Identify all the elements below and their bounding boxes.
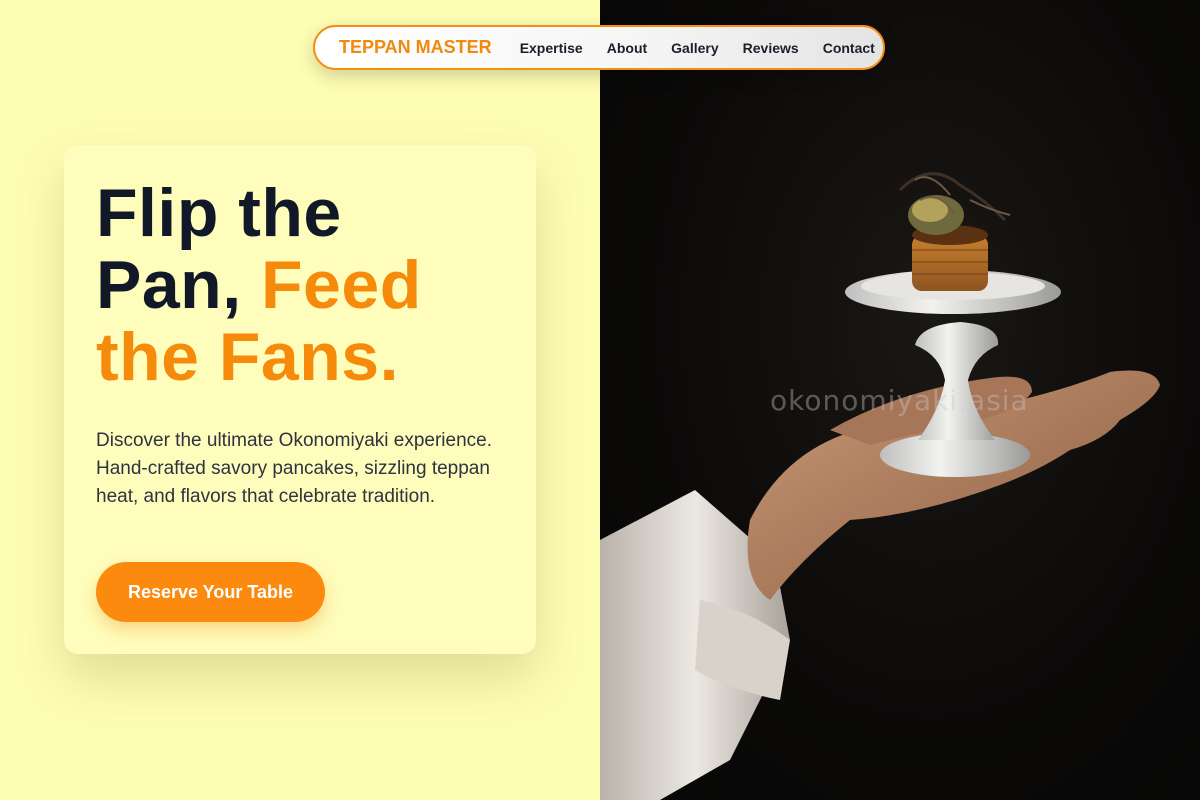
nav-link-about[interactable]: About [607, 40, 647, 56]
nav-link-contact[interactable]: Contact [823, 40, 875, 56]
hero-description: Discover the ultimate Okonomiyaki experi… [96, 430, 493, 507]
nav-link-expertise[interactable]: Expertise [520, 40, 583, 56]
reserve-table-button[interactable]: Reserve Your Table [96, 562, 325, 622]
top-navbar: TEPPAN MASTER Expertise About Gallery Re… [313, 25, 885, 70]
hero-headline: Flip the Pan, Feed the Fans. [96, 177, 504, 393]
hero-image-panel: okonomiyaki.asia [600, 0, 1200, 800]
brand-logo-text[interactable]: TEPPAN MASTER [339, 37, 492, 58]
nav-link-reviews[interactable]: Reviews [743, 40, 799, 56]
hero-card: Flip the Pan, Feed the Fans. Discover th… [64, 145, 536, 654]
nav-link-gallery[interactable]: Gallery [671, 40, 718, 56]
image-watermark: okonomiyaki.asia [770, 384, 1029, 417]
